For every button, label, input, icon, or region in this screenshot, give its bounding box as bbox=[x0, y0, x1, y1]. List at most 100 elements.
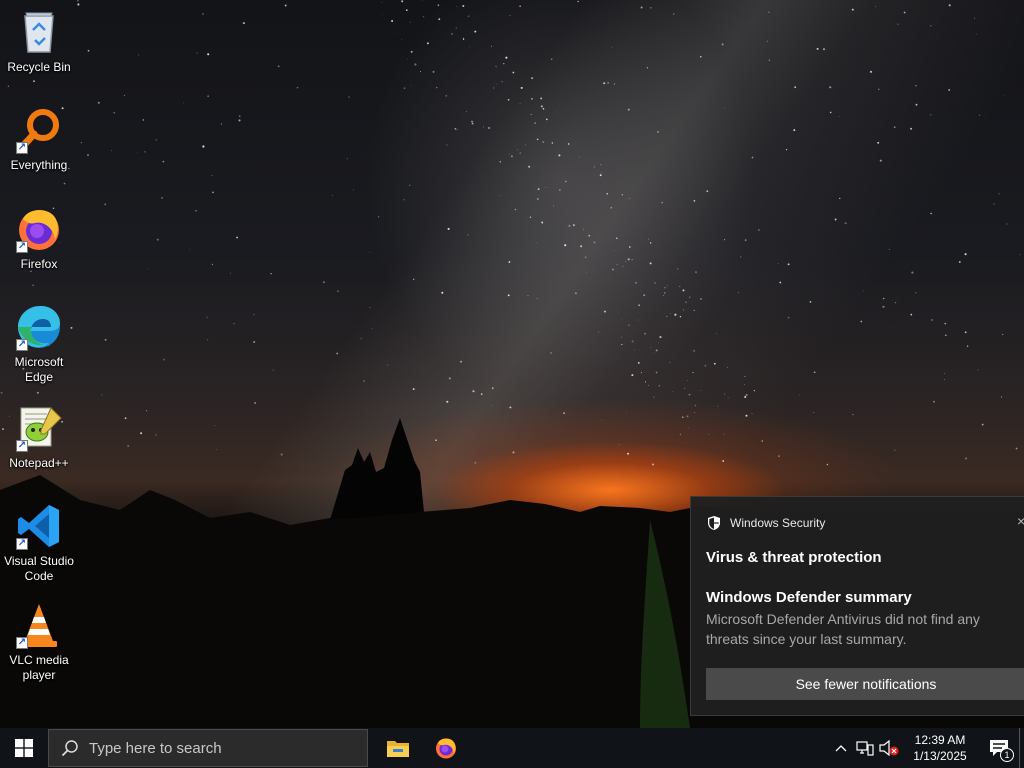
star bbox=[138, 54, 140, 56]
star bbox=[202, 13, 204, 15]
star bbox=[508, 153, 510, 155]
desktop-icon-everything[interactable]: ↗ Everything bbox=[2, 106, 76, 173]
desktop-icon-vlc-media-player[interactable]: ↗ VLC media player bbox=[2, 601, 76, 683]
clock[interactable]: 12:39 AM 1/13/2025 bbox=[905, 732, 975, 764]
star bbox=[378, 216, 380, 218]
star bbox=[206, 316, 208, 318]
star bbox=[915, 292, 917, 294]
everything-search-icon: ↗ bbox=[15, 106, 63, 154]
star bbox=[599, 174, 602, 177]
show-hidden-icons-button[interactable] bbox=[829, 728, 853, 768]
star bbox=[809, 301, 812, 303]
desktop-icon-recycle-bin[interactable]: Recycle Bin bbox=[2, 8, 76, 75]
star bbox=[542, 108, 545, 110]
star bbox=[580, 245, 583, 248]
star bbox=[944, 322, 947, 325]
star bbox=[32, 284, 34, 286]
desktop-icon-visual-studio-code[interactable]: ↗ Visual Studio Code bbox=[2, 502, 76, 584]
firefox-icon: ↗ bbox=[15, 205, 63, 253]
edge-icon: ↗ bbox=[15, 303, 63, 351]
volume-button[interactable] bbox=[877, 728, 901, 768]
star bbox=[572, 224, 575, 227]
taskbar: Type here to search 12:39 AM 1/13/2025 1 bbox=[0, 728, 1024, 768]
star bbox=[492, 87, 495, 89]
desktop-icon-label: Recycle Bin bbox=[7, 60, 71, 74]
star bbox=[740, 256, 742, 258]
star bbox=[536, 298, 538, 299]
star bbox=[7, 85, 9, 87]
star bbox=[558, 154, 561, 157]
taskbar-firefox[interactable] bbox=[422, 728, 470, 768]
star bbox=[877, 88, 880, 91]
action-center-button[interactable]: 1 bbox=[979, 728, 1019, 768]
star bbox=[371, 328, 373, 329]
star bbox=[499, 195, 501, 197]
network-status-button[interactable] bbox=[853, 728, 877, 768]
star bbox=[482, 126, 485, 128]
star bbox=[391, 20, 394, 22]
search-icon bbox=[61, 740, 78, 757]
start-button[interactable] bbox=[0, 728, 48, 768]
star bbox=[586, 272, 587, 273]
star bbox=[474, 30, 477, 33]
star bbox=[242, 22, 245, 25]
star bbox=[644, 381, 647, 383]
star bbox=[426, 42, 429, 45]
star bbox=[758, 229, 760, 231]
desktop-icon-firefox[interactable]: ↗ Firefox bbox=[2, 205, 76, 272]
star bbox=[455, 27, 457, 29]
star bbox=[229, 272, 231, 274]
star bbox=[915, 103, 918, 106]
taskbar-file-explorer[interactable] bbox=[374, 728, 422, 768]
taskbar-search-box[interactable]: Type here to search bbox=[48, 729, 368, 767]
desktop-icon-notepad-plus-plus[interactable]: ↗ Notepad++ bbox=[2, 404, 76, 471]
star bbox=[930, 318, 933, 322]
star bbox=[689, 296, 691, 298]
star bbox=[438, 18, 441, 21]
star bbox=[491, 45, 492, 47]
see-fewer-notifications-button[interactable]: See fewer notifications bbox=[706, 668, 1024, 700]
star bbox=[403, 199, 405, 201]
star bbox=[155, 139, 157, 141]
star bbox=[472, 390, 475, 393]
show-desktop-button[interactable] bbox=[1019, 728, 1024, 768]
star bbox=[669, 362, 671, 364]
star bbox=[744, 375, 746, 377]
star bbox=[531, 98, 533, 100]
star bbox=[514, 208, 517, 211]
star bbox=[480, 393, 483, 395]
star bbox=[903, 11, 906, 14]
star bbox=[401, 38, 403, 40]
star bbox=[207, 339, 209, 341]
star bbox=[684, 388, 686, 389]
star bbox=[659, 336, 662, 339]
shortcut-arrow-icon: ↗ bbox=[16, 241, 28, 253]
star bbox=[509, 15, 511, 16]
star bbox=[529, 216, 532, 218]
star bbox=[296, 86, 299, 89]
toast-close-button[interactable]: × bbox=[1017, 513, 1024, 529]
star bbox=[534, 122, 536, 124]
star bbox=[220, 123, 222, 125]
notification-toast[interactable]: Windows Security × Virus & threat protec… bbox=[690, 496, 1024, 716]
star bbox=[556, 111, 558, 113]
star bbox=[466, 111, 468, 113]
star bbox=[658, 342, 659, 344]
star bbox=[964, 253, 967, 256]
star bbox=[700, 55, 702, 58]
star bbox=[1019, 254, 1021, 255]
star bbox=[496, 83, 498, 85]
star bbox=[692, 371, 694, 374]
desktop-icon-microsoft-edge[interactable]: ↗ Microsoft Edge bbox=[2, 303, 76, 385]
desktop-icon-label: Notepad++ bbox=[9, 456, 69, 470]
star bbox=[663, 292, 666, 294]
clock-date: 1/13/2025 bbox=[913, 749, 967, 763]
star bbox=[550, 352, 552, 354]
star bbox=[559, 189, 561, 191]
star bbox=[462, 37, 465, 40]
star bbox=[36, 391, 39, 394]
star bbox=[613, 83, 615, 85]
star bbox=[410, 50, 413, 53]
star bbox=[584, 256, 587, 259]
star bbox=[456, 129, 458, 131]
